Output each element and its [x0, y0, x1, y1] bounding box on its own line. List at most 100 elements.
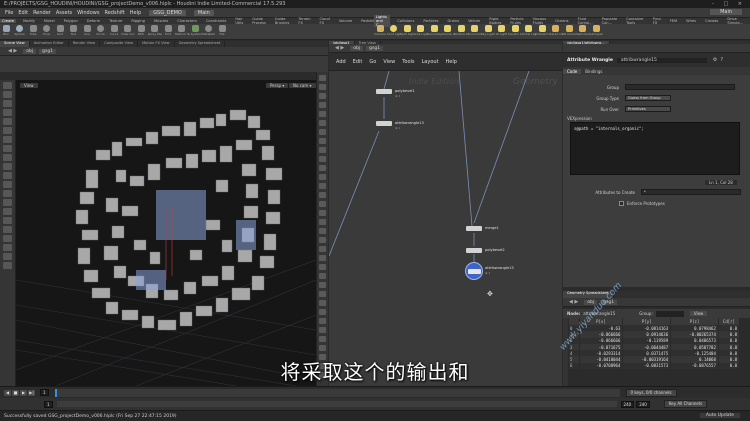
range-slider[interactable]: [56, 401, 617, 407]
tool-switcher[interactable]: Switcher: [576, 25, 589, 36]
display-option-icon[interactable]: [319, 345, 326, 351]
back-arrow-icon[interactable]: ◀ ▶: [8, 48, 17, 54]
play-icon[interactable]: ▶: [20, 389, 27, 396]
tool-file[interactable]: File: [216, 25, 228, 36]
tool-line[interactable]: Line: [81, 25, 93, 36]
shelf-tab-create[interactable]: Create: [0, 19, 16, 23]
shelf-tab[interactable]: Wires: [684, 19, 698, 23]
display-option-icon[interactable]: [319, 309, 326, 315]
tool-null[interactable]: Null: [68, 25, 80, 36]
spreadsheet-view-menu[interactable]: View: [689, 311, 708, 316]
display-option-icon[interactable]: [319, 336, 326, 342]
display-option-icon[interactable]: [319, 327, 326, 333]
network-menu-edit[interactable]: Edit: [353, 59, 363, 65]
network-menu-view[interactable]: View: [383, 59, 395, 65]
magnet-icon[interactable]: [3, 172, 12, 179]
network-menu-go[interactable]: Go: [369, 59, 376, 65]
node-polybevel2[interactable]: [466, 248, 482, 253]
enforce-prototypes-checkbox[interactable]: [619, 200, 624, 206]
display-option-icon[interactable]: [319, 192, 326, 198]
tool-geometry-light[interactable]: Geometry Light: [427, 25, 441, 36]
shelf-tab[interactable]: Polygon: [62, 19, 80, 23]
menu-windows[interactable]: Windows: [77, 10, 99, 16]
display-option-icon[interactable]: [319, 201, 326, 207]
main-selector-right[interactable]: Main: [710, 9, 742, 15]
range-start-field[interactable]: 1: [44, 400, 53, 408]
shelf-tab[interactable]: Guide Process: [250, 17, 268, 25]
tool-stereo-camera[interactable]: Stereo Camera: [549, 25, 563, 36]
display-option-icon[interactable]: [319, 165, 326, 171]
path-gsg1[interactable]: gsg1: [39, 48, 57, 54]
shelf-tab[interactable]: Pyro FX: [651, 17, 663, 25]
edges-icon[interactable]: [3, 199, 12, 206]
timeline-cursor[interactable]: [54, 388, 57, 397]
timeline-track[interactable]: [54, 388, 620, 397]
tool-font[interactable]: Font: [162, 25, 174, 36]
display-option-icon[interactable]: [319, 75, 326, 81]
tool-circle[interactable]: Circle: [95, 25, 107, 36]
desktop-selector[interactable]: GSG_DEMO: [149, 9, 186, 16]
gear-icon[interactable]: ⚙: [713, 57, 717, 63]
global-end-field[interactable]: 240: [636, 400, 650, 408]
display-option-icon[interactable]: [319, 111, 326, 117]
attributes-create-field[interactable]: *: [641, 189, 741, 195]
shelf-tab[interactable]: Crowds: [703, 19, 720, 23]
display-option-icon[interactable]: [319, 120, 326, 126]
network-menu-tools[interactable]: Tools: [402, 59, 414, 65]
display-option-icon[interactable]: [319, 102, 326, 108]
shelf-tab[interactable]: Volume: [337, 19, 354, 23]
shelf-tab[interactable]: Oceans: [553, 19, 570, 23]
group-icon[interactable]: [3, 181, 12, 188]
tool-box[interactable]: Box: [0, 25, 12, 36]
help-icon[interactable]: ?: [720, 57, 723, 63]
handle-tool-icon[interactable]: [3, 118, 12, 125]
network-editor[interactable]: Indie Edition Geometry polybevel1 ⊕ 1 at…: [329, 71, 562, 386]
auto-update-button[interactable]: Auto Update: [699, 413, 740, 418]
tool-tube[interactable]: Tube: [27, 25, 39, 36]
move-tool-icon[interactable]: [3, 91, 12, 98]
display-option-icon[interactable]: [319, 174, 326, 180]
shelf-tab[interactable]: Viscous Fluids: [531, 17, 549, 25]
main-selector-left[interactable]: Main: [193, 9, 214, 16]
display-option-icon[interactable]: [319, 183, 326, 189]
key-all-channels-button[interactable]: Key All Channels: [663, 400, 708, 408]
shelf-tab[interactable]: Texture: [107, 19, 124, 23]
path-obj[interactable]: obj: [23, 48, 37, 54]
scale-tool-icon[interactable]: [3, 109, 12, 116]
tool-sphere[interactable]: Sphere: [14, 25, 26, 36]
nav-arrows-icon[interactable]: ◀ ▶: [569, 299, 578, 305]
display-option-icon[interactable]: [319, 237, 326, 243]
tool-lsystem[interactable]: L-System: [188, 25, 202, 36]
stop-icon[interactable]: ■: [12, 389, 19, 396]
shelf-tab[interactable]: Modify: [21, 19, 37, 23]
network-menu-layout[interactable]: Layout: [422, 59, 439, 65]
node-name-field[interactable]: attribwrangle15: [616, 57, 707, 63]
node-attribwrangle15-selected[interactable]: [465, 262, 483, 280]
menu-assets[interactable]: Assets: [56, 10, 72, 16]
col-py[interactable]: P[y]: [622, 318, 672, 325]
range-end-field[interactable]: 240: [620, 400, 635, 408]
display-option-icon[interactable]: [319, 246, 326, 252]
nav-arrows-icon[interactable]: ◀ ▶: [335, 45, 344, 51]
tool-gamepad-camera[interactable]: Gamepad Camera: [589, 25, 603, 36]
tool-ambient-light[interactable]: Ambient Light: [535, 25, 549, 36]
shelf-tab[interactable]: Rigid Bodies: [487, 17, 503, 25]
shelf-tab[interactable]: Grains: [446, 19, 462, 23]
menu-render[interactable]: Render: [33, 10, 51, 16]
display-option-icon[interactable]: [319, 129, 326, 135]
node-polybevel1[interactable]: [376, 89, 392, 94]
tool-gi-light[interactable]: GI Light: [496, 25, 508, 36]
tool-environment-light[interactable]: Environment Light: [468, 25, 482, 36]
display-option-icon[interactable]: [319, 93, 326, 99]
network-menu-add[interactable]: Add: [336, 59, 346, 65]
col-cdr[interactable]: Cd[r]: [718, 318, 741, 325]
menu-help[interactable]: Help: [130, 10, 141, 16]
view-tool-icon[interactable]: [3, 136, 12, 143]
network-path-gsg1[interactable]: gsg1: [366, 45, 384, 51]
display-option-icon[interactable]: [319, 219, 326, 225]
shelf-tab[interactable]: Guide Brushes: [273, 17, 291, 25]
jump-end-icon[interactable]: ▶|: [28, 389, 35, 396]
tool-portal-light[interactable]: Portal Light: [522, 25, 536, 36]
display-option-icon[interactable]: [319, 147, 326, 153]
tool-distant-light[interactable]: Distant Light: [454, 25, 468, 36]
